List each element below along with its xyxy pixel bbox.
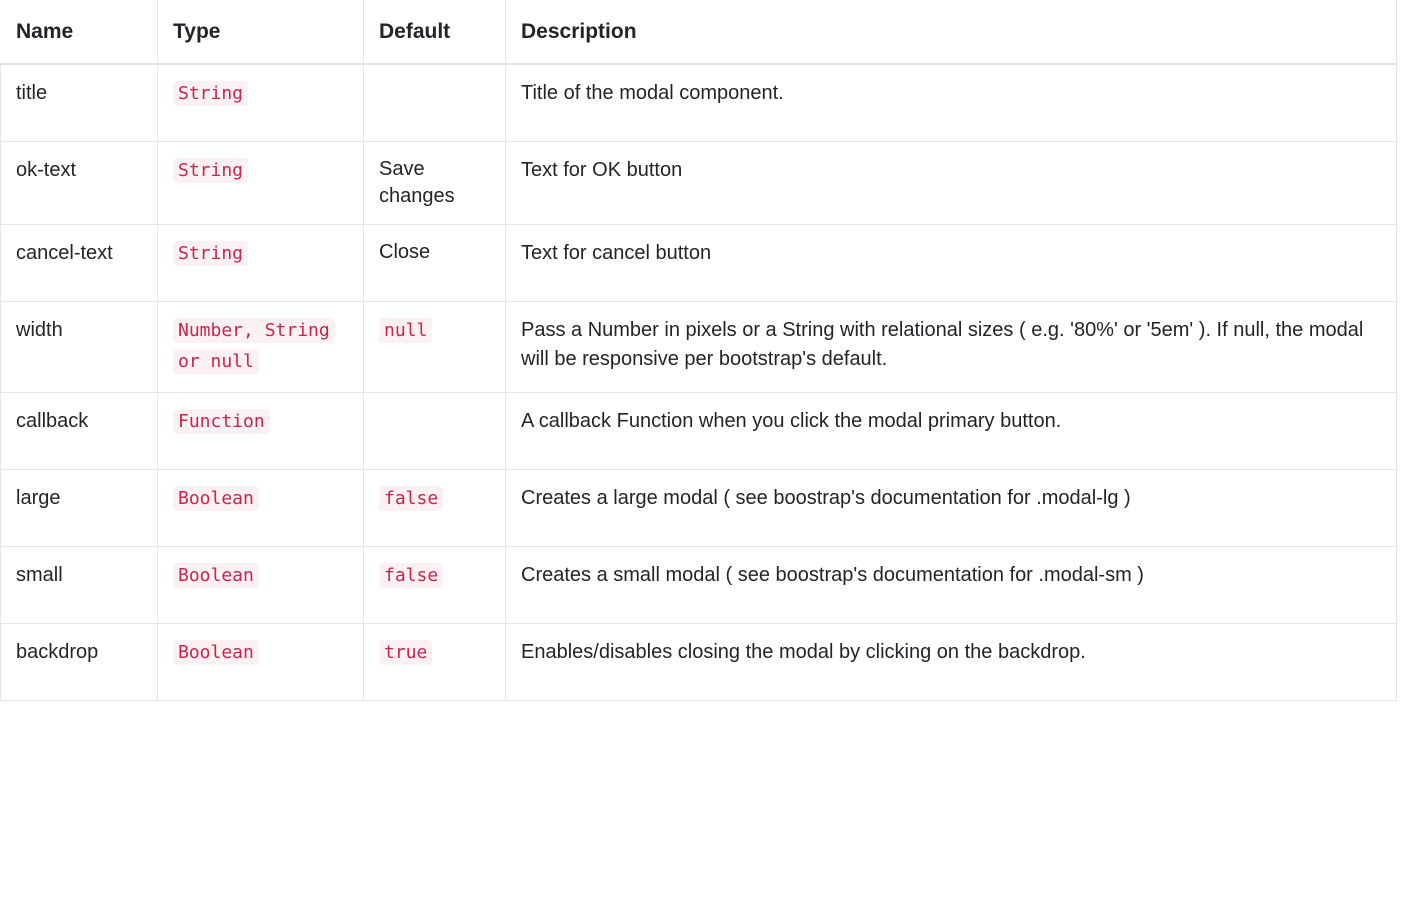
- prop-description-cell: Pass a Number in pixels or a String with…: [505, 301, 1397, 394]
- table-row: cancel-text String Close Text for cancel bu…: [0, 224, 1397, 303]
- prop-default-cell: Save changes: [363, 141, 506, 226]
- default-code-token: null: [379, 318, 433, 344]
- default-code-token: false: [379, 486, 444, 512]
- table-body: title String Title of the modal component.…: [0, 64, 1397, 702]
- prop-type-cell: Boolean: [157, 623, 364, 702]
- table-row: width Number, String or null null Pass a Nu…: [0, 301, 1397, 394]
- table-row: title String Title of the modal component.: [0, 64, 1397, 143]
- column-header-type: Type: [157, 0, 364, 66]
- table-header-row: Name Type Default Description: [0, 0, 1397, 66]
- type-code-token: Boolean: [173, 486, 259, 512]
- prop-name-cell: callback: [0, 392, 158, 471]
- table-row: small Boolean false Creates a small modal (…: [0, 546, 1397, 625]
- prop-default-cell: true: [363, 623, 506, 702]
- props-table-container: Name Type Default Description title Strin…: [0, 0, 1397, 702]
- prop-default-cell: null: [363, 301, 506, 394]
- prop-description-cell: Enables/disables closing the modal by cl…: [505, 623, 1397, 702]
- prop-description-cell: Title of the modal component.: [505, 64, 1397, 143]
- column-header-description: Description: [505, 0, 1397, 66]
- prop-name-cell: cancel-text: [0, 224, 158, 303]
- table-header: Name Type Default Description: [0, 0, 1397, 66]
- type-code-token: Function: [173, 409, 270, 435]
- table-row: callback Function A callback Function when…: [0, 392, 1397, 471]
- default-code-token: true: [379, 640, 433, 666]
- prop-name-cell: title: [0, 64, 158, 143]
- prop-description-cell: Creates a small modal ( see boostrap's d…: [505, 546, 1397, 625]
- prop-type-cell: String: [157, 224, 364, 303]
- type-code-token: String: [173, 158, 249, 184]
- prop-description-cell: Creates a large modal ( see boostrap's d…: [505, 469, 1397, 548]
- prop-default-cell: false: [363, 469, 506, 548]
- prop-name-cell: backdrop: [0, 623, 158, 702]
- prop-type-cell: Boolean: [157, 469, 364, 548]
- table-row: ok-text String Save changes Text for OK but…: [0, 141, 1397, 226]
- prop-default-cell: false: [363, 546, 506, 625]
- prop-type-cell: Boolean: [157, 546, 364, 625]
- prop-default-cell: [363, 392, 506, 471]
- prop-name-cell: width: [0, 301, 158, 394]
- prop-description-cell: Text for cancel button: [505, 224, 1397, 303]
- prop-type-cell: Number, String or null: [157, 301, 364, 394]
- prop-name-cell: small: [0, 546, 158, 625]
- type-code-token: Number, String or null: [173, 318, 335, 375]
- type-code-token: String: [173, 241, 249, 267]
- prop-type-cell: Function: [157, 392, 364, 471]
- prop-default-cell: [363, 64, 506, 143]
- prop-description-cell: A callback Function when you click the m…: [505, 392, 1397, 471]
- type-code-token: Boolean: [173, 640, 259, 666]
- type-code-token: Boolean: [173, 563, 259, 589]
- prop-default-cell: Close: [363, 224, 506, 303]
- prop-name-cell: large: [0, 469, 158, 548]
- prop-type-cell: String: [157, 141, 364, 226]
- column-header-name: Name: [0, 0, 158, 66]
- prop-name-cell: ok-text: [0, 141, 158, 226]
- prop-description-cell: Text for OK button: [505, 141, 1397, 226]
- default-code-token: false: [379, 563, 444, 589]
- type-code-token: String: [173, 81, 249, 107]
- table-row: large Boolean false Creates a large modal (…: [0, 469, 1397, 548]
- prop-type-cell: String: [157, 64, 364, 143]
- column-header-default: Default: [363, 0, 506, 66]
- props-table: Name Type Default Description title Strin…: [0, 0, 1397, 702]
- table-row: backdrop Boolean true Enables/disables clos…: [0, 623, 1397, 702]
